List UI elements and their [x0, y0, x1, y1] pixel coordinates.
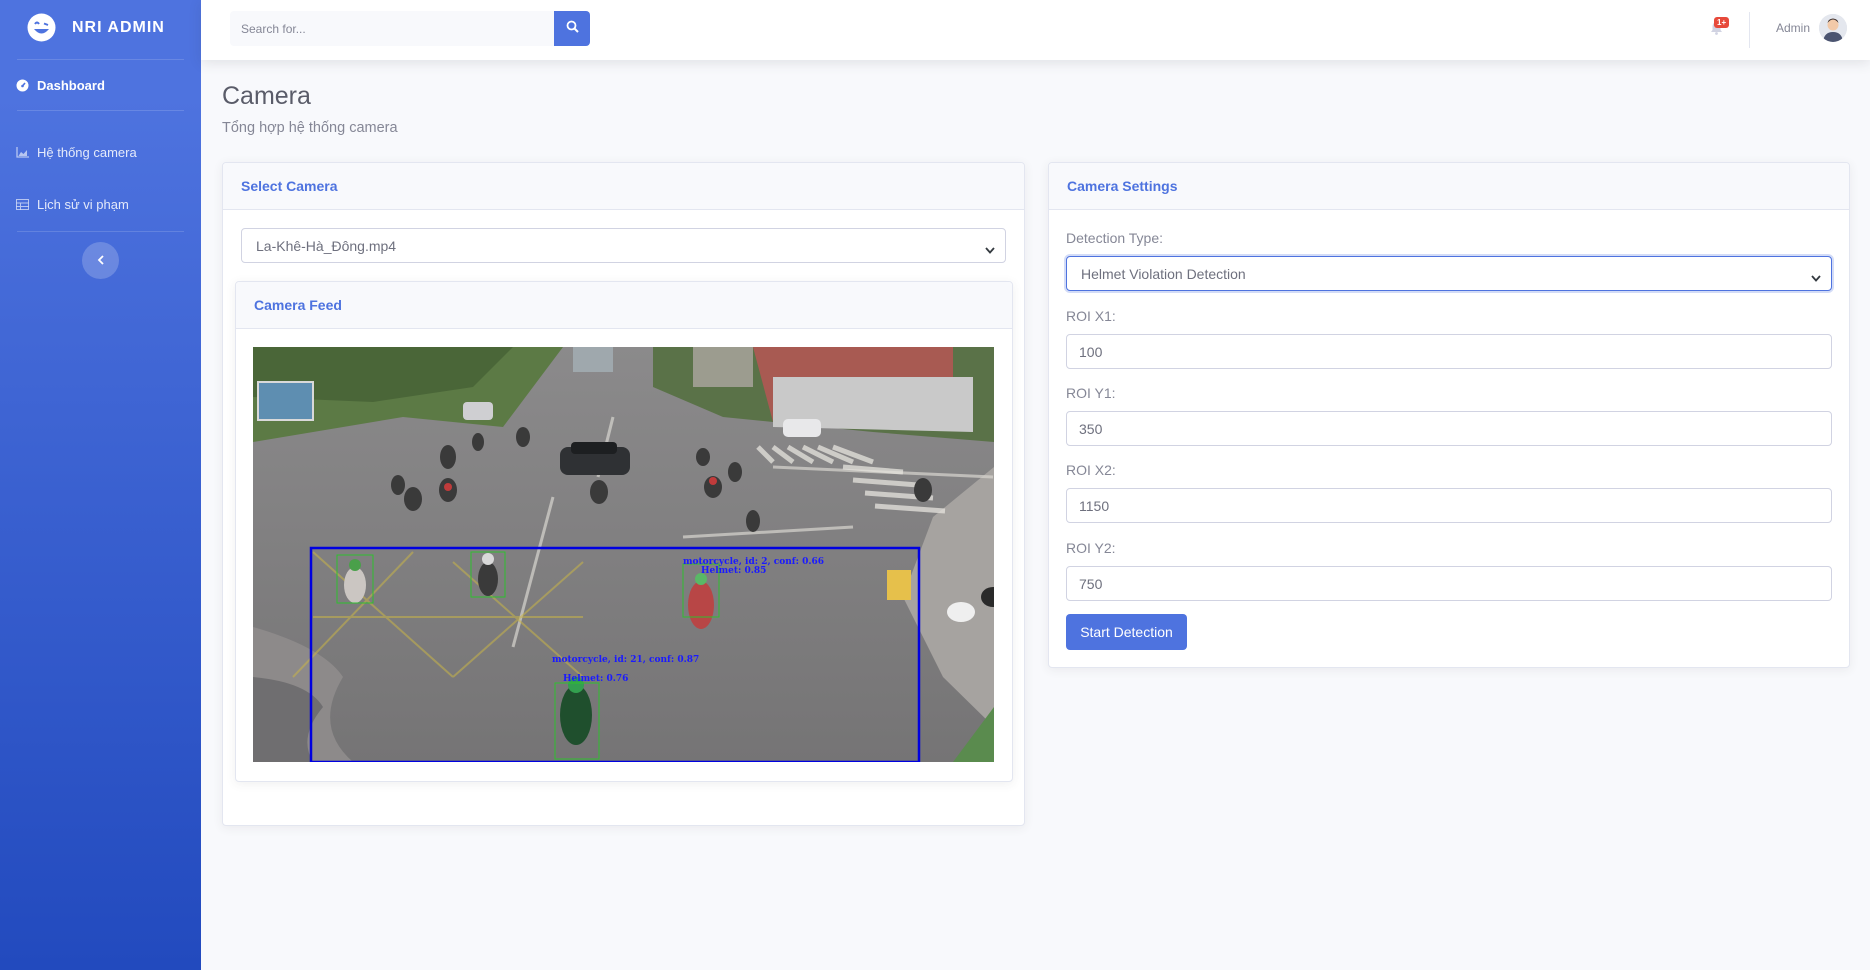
- user-name: Admin: [1776, 21, 1811, 35]
- search-button[interactable]: [554, 11, 590, 46]
- overlay-label: Helmet: 0.85: [701, 566, 766, 576]
- roi-y2-input[interactable]: 750: [1066, 566, 1832, 601]
- detection-type-select[interactable]: Helmet Violation Detection: [1066, 256, 1832, 291]
- sidebar-item-dashboard[interactable]: Dashboard: [0, 60, 201, 110]
- roi-x2-label: ROI X2:: [1066, 462, 1116, 478]
- search-input[interactable]: [230, 11, 554, 46]
- card-title: Camera Feed: [236, 282, 1012, 329]
- topbar: 1+ Admin: [201, 0, 1870, 60]
- chevron-left-icon: [97, 252, 105, 270]
- sidebar-divider: [17, 231, 184, 232]
- start-detection-button[interactable]: Start Detection: [1066, 614, 1187, 650]
- alerts-button[interactable]: 1+: [1708, 17, 1742, 45]
- laugh-wink-icon: [27, 13, 56, 42]
- brand[interactable]: NRI ADMIN: [0, 0, 201, 55]
- camera-select[interactable]: La-Khê-Hà_Đông.mp4: [241, 228, 1006, 263]
- roi-y1-label: ROI Y1:: [1066, 385, 1116, 401]
- roi-x2-input[interactable]: 1150: [1066, 488, 1832, 523]
- roi-x1-label: ROI X1:: [1066, 308, 1116, 324]
- search-icon: [566, 20, 579, 38]
- avatar: [1819, 14, 1848, 42]
- detection-type-value: Helmet Violation Detection: [1081, 265, 1246, 282]
- chevron-down-icon: [1811, 269, 1821, 285]
- table-icon: [15, 197, 29, 211]
- camera-select-value: La-Khê-Hà_Đông.mp4: [256, 237, 397, 254]
- chevron-down-icon: [985, 241, 995, 257]
- card-title: Camera Settings: [1049, 163, 1849, 210]
- page-subtitle: Tổng hợp hệ thống camera: [222, 120, 398, 136]
- sidebar-item-label: Dashboard: [37, 77, 105, 93]
- sidebar-item-violation-history[interactable]: Lịch sử vi phạm: [0, 179, 201, 229]
- overlay-label: motorcycle, id: 21, conf: 0.87: [552, 655, 699, 665]
- card-title: Select Camera: [223, 163, 1024, 210]
- sidebar-toggle-button[interactable]: [82, 242, 119, 279]
- search-bar: [230, 11, 590, 46]
- overlay-label: Helmet: 0.76: [563, 674, 628, 684]
- chart-area-icon: [15, 145, 29, 159]
- sidebar-divider: [17, 110, 184, 111]
- brand-name: NRI ADMIN: [72, 18, 165, 36]
- sidebar-item-label: Lịch sử vi phạm: [37, 196, 129, 212]
- camera-feed-video[interactable]: motorcycle, id: 2, conf: 0.66 Helmet: 0.…: [253, 347, 994, 762]
- roi-y1-input[interactable]: 350: [1066, 411, 1832, 446]
- topbar-divider: [1749, 12, 1750, 48]
- sidebar-item-camera-system[interactable]: Hệ thống camera: [0, 127, 201, 177]
- roi-y2-label: ROI Y2:: [1066, 540, 1116, 556]
- alerts-badge: 1+: [1714, 17, 1730, 28]
- sidebar: NRI ADMIN Dashboard Hệ thống camera Lịch…: [0, 0, 201, 970]
- roi-x1-input[interactable]: 100: [1066, 334, 1832, 369]
- detection-type-label: Detection Type:: [1066, 230, 1164, 246]
- tachometer-icon: [15, 78, 29, 92]
- sidebar-item-label: Hệ thống camera: [37, 144, 137, 160]
- user-menu[interactable]: Admin: [1776, 14, 1848, 42]
- page-title: Camera: [222, 82, 311, 110]
